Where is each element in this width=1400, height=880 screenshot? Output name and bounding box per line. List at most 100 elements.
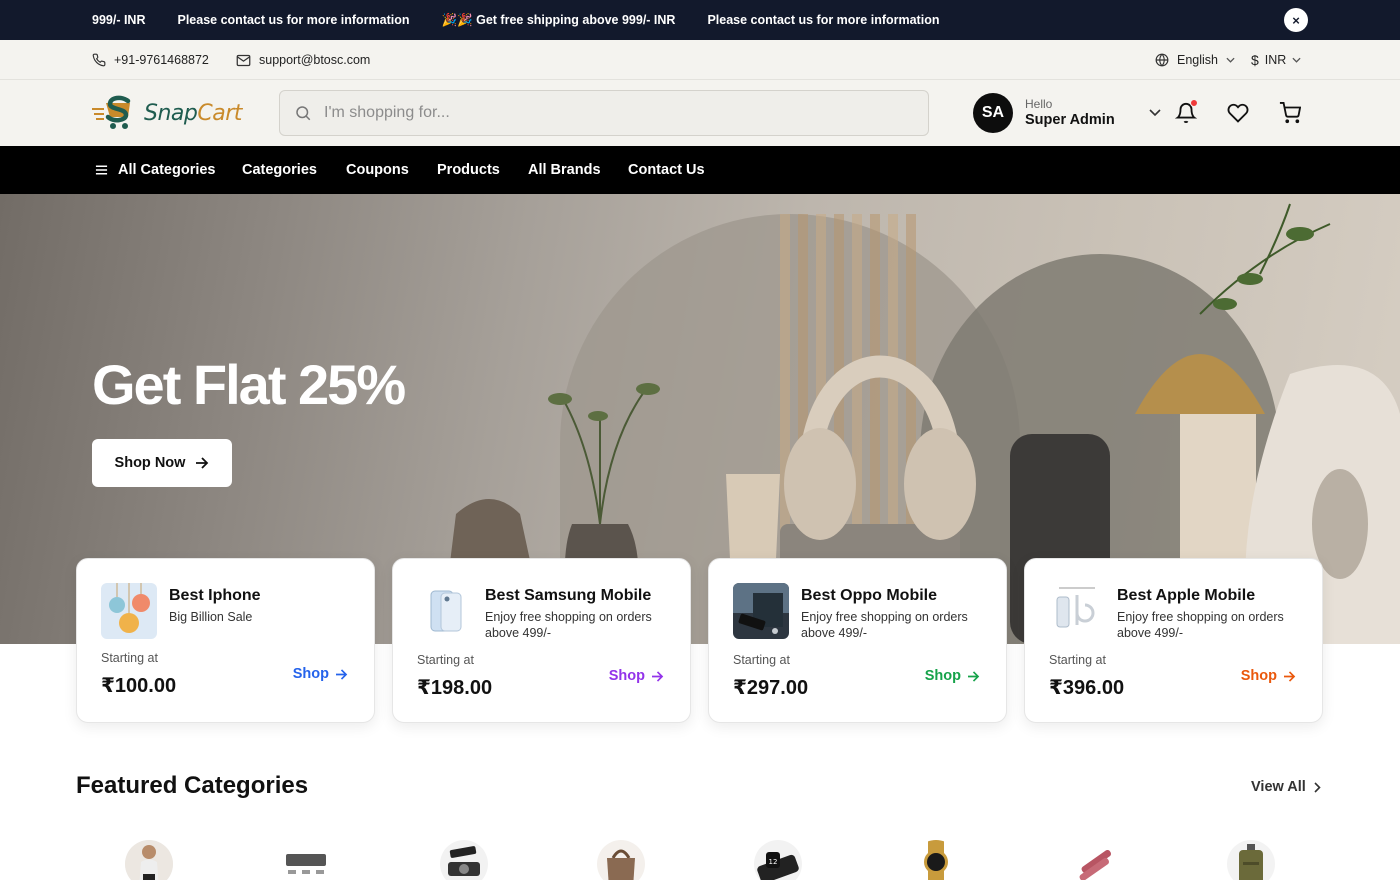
apple-promo-thumbnail: [1049, 583, 1105, 639]
main-nav: All Categories Categories Coupons Produc…: [0, 146, 1400, 194]
card-subtitle: Enjoy free shopping on orders above 499/…: [801, 610, 968, 641]
smartwatch-category-icon[interactable]: 12: [754, 840, 802, 880]
card-subtitle: Enjoy free shopping on orders above 499/…: [485, 610, 652, 641]
shop-label: Shop: [608, 668, 645, 684]
promo-card-iphone[interactable]: Best Iphone Big Billion Sale Starting at…: [76, 558, 375, 723]
arrow-right-icon: [196, 457, 209, 469]
announcement-message: Please contact us for more information: [177, 13, 410, 27]
fashion-category-icon[interactable]: [125, 840, 173, 880]
logo-cart-icon: [92, 95, 131, 129]
cart-button[interactable]: [1279, 102, 1302, 124]
logo-text-cart: Cart: [197, 100, 242, 126]
shop-now-label: Shop Now: [114, 455, 186, 471]
card-price: ₹297.00: [733, 677, 809, 699]
nav-link-categories[interactable]: Categories: [242, 146, 317, 194]
announcement-message: 🎉🎉 Get free shipping above 999/- INR: [441, 12, 676, 27]
snapcart-logo[interactable]: SnapCart: [92, 94, 242, 132]
phone-icon: [92, 53, 106, 67]
keyboard-category-icon[interactable]: [282, 840, 330, 880]
shop-label: Shop: [924, 668, 961, 684]
site-header: SnapCart SA Hello Super Admin: [0, 80, 1400, 146]
card-title: Best Samsung Mobile: [485, 587, 652, 604]
all-categories-menu[interactable]: All Categories: [95, 146, 216, 194]
heart-icon: [1227, 103, 1249, 123]
card-title: Best Apple Mobile: [1117, 587, 1256, 604]
nav-link-contact-us[interactable]: Contact Us: [628, 146, 705, 194]
currency-selector[interactable]: $ INR: [1251, 40, 1301, 80]
logo-text-snap: Snap: [144, 100, 198, 126]
card-subtitle: Big Billion Sale: [169, 610, 253, 624]
user-menu[interactable]: SA Hello Super Admin: [973, 93, 1161, 133]
contact-bar: +91-9761468872 support@btosc.com English…: [0, 40, 1400, 80]
chevron-down-icon: [1149, 109, 1161, 117]
card-title: Best Iphone: [169, 587, 261, 604]
featured-categories-title: Featured Categories: [76, 772, 309, 799]
notification-dot: [1190, 99, 1198, 107]
dollar-icon: $: [1251, 52, 1259, 68]
chevron-down-icon: [1226, 57, 1235, 63]
chevron-right-icon: [1314, 781, 1321, 793]
search-input[interactable]: [324, 104, 884, 122]
wishlist-button[interactable]: [1227, 102, 1249, 124]
language-label: English: [1177, 53, 1218, 67]
starting-label: Starting at: [417, 653, 474, 667]
email-address: support@btosc.com: [259, 53, 371, 67]
view-all-label: View All: [1251, 779, 1306, 795]
shop-link[interactable]: Shop: [293, 666, 348, 682]
card-title: Best Oppo Mobile: [801, 587, 937, 604]
promo-card-samsung[interactable]: Best Samsung Mobile Enjoy free shopping …: [392, 558, 691, 723]
search-bar[interactable]: [279, 90, 929, 136]
view-all-link[interactable]: View All: [1251, 779, 1321, 795]
phone-number: +91-9761468872: [114, 53, 209, 67]
arrow-right-icon: [1284, 670, 1296, 682]
close-announcement-button[interactable]: ×: [1284, 8, 1308, 32]
arrow-right-icon: [968, 670, 980, 682]
phone-contact[interactable]: +91-9761468872: [92, 40, 209, 80]
iphone-promo-thumbnail: [101, 583, 157, 639]
handbag-category-icon[interactable]: [597, 840, 645, 880]
promo-card-oppo[interactable]: Best Oppo Mobile Enjoy free shopping on …: [708, 558, 1007, 723]
card-price: ₹198.00: [417, 677, 493, 699]
language-selector[interactable]: English: [1155, 40, 1235, 80]
menu-icon: [95, 165, 108, 175]
globe-icon: [1155, 53, 1169, 67]
nav-link-coupons[interactable]: Coupons: [346, 146, 409, 194]
card-price: ₹396.00: [1049, 677, 1125, 699]
user-name: Super Admin: [1025, 111, 1115, 128]
starting-label: Starting at: [733, 653, 790, 667]
shop-label: Shop: [1240, 668, 1277, 684]
shop-now-button[interactable]: Shop Now: [92, 439, 232, 487]
announcement-message: Please contact us for more information: [707, 13, 940, 27]
starting-label: Starting at: [1049, 653, 1106, 667]
announcement-bar: 999/- INR Please contact us for more inf…: [0, 0, 1400, 40]
nav-link-all-brands[interactable]: All Brands: [528, 146, 601, 194]
search-icon: [296, 106, 311, 121]
arrow-right-icon: [336, 668, 348, 680]
luggage-category-icon[interactable]: [1227, 840, 1275, 880]
email-contact[interactable]: support@btosc.com: [236, 40, 370, 80]
samsung-promo-thumbnail: [417, 583, 473, 639]
card-subtitle: Enjoy free shopping on orders above 499/…: [1117, 610, 1284, 641]
cosmetics-category-icon[interactable]: [1069, 840, 1117, 880]
svg-text:12: 12: [769, 858, 778, 866]
camera-category-icon[interactable]: [440, 840, 488, 880]
promo-card-apple[interactable]: Best Apple Mobile Enjoy free shopping on…: [1024, 558, 1323, 723]
avatar: SA: [973, 93, 1013, 133]
card-price: ₹100.00: [101, 675, 177, 697]
user-names: Hello Super Admin: [1025, 97, 1115, 129]
shop-link[interactable]: Shop: [609, 668, 664, 684]
shop-link[interactable]: Shop: [1241, 668, 1296, 684]
announcement-message: 999/- INR: [92, 13, 146, 27]
announcement-marquee: 999/- INR Please contact us for more inf…: [92, 0, 971, 40]
mail-icon: [236, 54, 251, 66]
nav-link-products[interactable]: Products: [437, 146, 500, 194]
user-greeting: Hello: [1025, 97, 1053, 112]
hero-headline: Get Flat 25%: [92, 353, 406, 416]
notifications-button[interactable]: [1174, 99, 1198, 124]
shop-link[interactable]: Shop: [925, 668, 980, 684]
shop-label: Shop: [292, 666, 329, 682]
cart-icon: [1279, 102, 1302, 124]
all-categories-label: All Categories: [118, 162, 216, 178]
wristwatch-category-icon[interactable]: [912, 840, 960, 880]
chevron-down-icon: [1292, 57, 1301, 63]
